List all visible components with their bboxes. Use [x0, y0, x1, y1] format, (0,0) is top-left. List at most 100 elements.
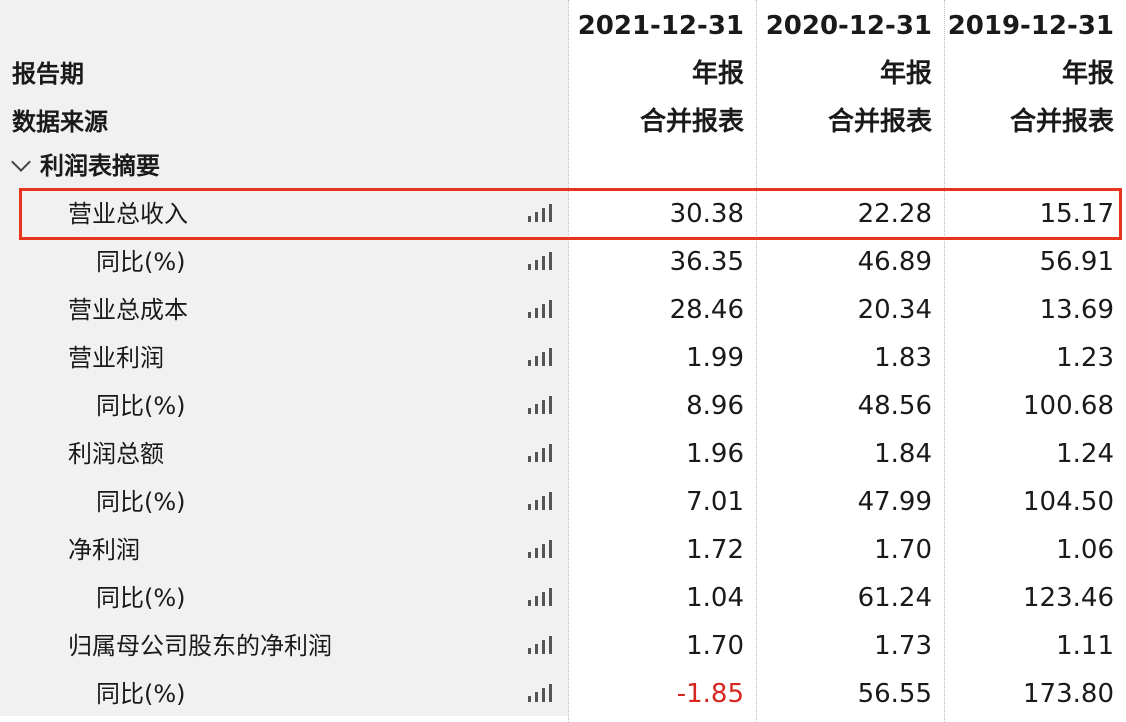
row-value: 1.70 [686, 631, 744, 661]
row-value: 1.24 [1056, 439, 1114, 469]
column-divider [756, 0, 757, 722]
row-value: 47.99 [857, 487, 932, 517]
table-row[interactable]: 同比(%) 36.35 46.89 56.91 [0, 236, 1126, 284]
source-value: 合并报表 [1009, 107, 1114, 137]
row-value: 8.96 [686, 391, 744, 421]
section-row[interactable]: 利润表摘要 [0, 144, 1126, 188]
row-value: 20.34 [857, 295, 932, 325]
row-label-cell: 营业利润 [0, 332, 568, 380]
row-value: 104.50 [1023, 487, 1114, 517]
row-label: 归属母公司股东的净利润 [68, 632, 332, 660]
bar-chart-icon[interactable] [528, 204, 552, 222]
row-label: 利润总额 [68, 440, 164, 468]
period-value: 年报 [879, 59, 932, 89]
row-value: 1.70 [874, 535, 932, 565]
value-cell: 1.70 [756, 524, 944, 572]
value-cell: 123.46 [944, 572, 1126, 620]
row-value: 7.01 [686, 487, 744, 517]
period-value: 年报 [1061, 59, 1114, 89]
value-cell: 1.83 [756, 332, 944, 380]
table-row[interactable]: 同比(%) 1.04 61.24 123.46 [0, 572, 1126, 620]
row-label-cell: 同比(%) [0, 380, 568, 428]
source-label: 数据来源 [12, 108, 108, 136]
chevron-down-icon[interactable] [11, 152, 31, 172]
column-header-date[interactable]: 2020-12-31 [766, 10, 932, 42]
income-statement-table: 2021-12-31 2020-12-31 2019-12-31 报告期 年报 … [0, 0, 1126, 722]
bar-chart-icon[interactable] [528, 588, 552, 606]
bar-chart-icon[interactable] [528, 684, 552, 702]
table-row[interactable]: 归属母公司股东的净利润 1.70 1.73 1.11 [0, 620, 1126, 668]
table-row[interactable]: 同比(%) 7.01 47.99 104.50 [0, 476, 1126, 524]
bar-chart-icon[interactable] [528, 444, 552, 462]
row-value: 15.17 [1039, 199, 1114, 229]
table-row[interactable]: 同比(%) -1.85 56.55 173.80 [0, 668, 1126, 716]
row-label: 同比(%) [96, 680, 186, 708]
row-value: 123.46 [1023, 583, 1114, 613]
value-cell: 47.99 [756, 476, 944, 524]
row-label-cell: 净利润 [0, 524, 568, 572]
value-cell: 36.35 [568, 236, 756, 284]
row-value: 1.99 [686, 343, 744, 373]
value-cell: 15.17 [944, 188, 1126, 236]
row-value: 1.84 [874, 439, 932, 469]
row-label: 营业总收入 [68, 200, 188, 228]
header-source-row: 数据来源 合并报表 合并报表 合并报表 [0, 96, 1126, 144]
row-value: 1.96 [686, 439, 744, 469]
table-row[interactable]: 利润总额 1.96 1.84 1.24 [0, 428, 1126, 476]
row-label-cell: 营业总成本 [0, 284, 568, 332]
bar-chart-icon[interactable] [528, 492, 552, 510]
row-value: 56.91 [1039, 247, 1114, 277]
value-cell: 1.96 [568, 428, 756, 476]
row-value: 28.46 [669, 295, 744, 325]
table-row[interactable]: 营业总收入 30.38 22.28 15.17 [0, 188, 1126, 236]
value-cell: 1.06 [944, 524, 1126, 572]
table-row[interactable]: 同比(%) 8.96 48.56 100.68 [0, 380, 1126, 428]
source-value: 合并报表 [827, 107, 932, 137]
value-cell: 1.84 [756, 428, 944, 476]
column-divider [568, 0, 569, 722]
bar-chart-icon[interactable] [528, 540, 552, 558]
value-cell: 104.50 [944, 476, 1126, 524]
row-value: 30.38 [669, 199, 744, 229]
table-row[interactable]: 净利润 1.72 1.70 1.06 [0, 524, 1126, 572]
row-value: -1.85 [676, 679, 744, 709]
header-blank-cell [0, 0, 568, 48]
bar-chart-icon[interactable] [528, 396, 552, 414]
value-cell: 56.91 [944, 236, 1126, 284]
row-value: 100.68 [1023, 391, 1114, 421]
row-label-cell: 利润总额 [0, 428, 568, 476]
value-cell: 7.01 [568, 476, 756, 524]
row-label-cell: 同比(%) [0, 236, 568, 284]
row-value: 1.04 [686, 583, 744, 613]
row-label-cell: 营业总收入 [0, 188, 568, 236]
column-header-date[interactable]: 2021-12-31 [578, 10, 744, 42]
table-row[interactable]: 营业总成本 28.46 20.34 13.69 [0, 284, 1126, 332]
row-value: 36.35 [669, 247, 744, 277]
value-cell: 100.68 [944, 380, 1126, 428]
row-label: 营业总成本 [68, 296, 188, 324]
value-cell: 46.89 [756, 236, 944, 284]
bar-chart-icon[interactable] [528, 300, 552, 318]
bar-chart-icon[interactable] [528, 636, 552, 654]
value-cell: 1.04 [568, 572, 756, 620]
value-cell: 48.56 [756, 380, 944, 428]
value-cell: 1.99 [568, 332, 756, 380]
value-cell: 1.23 [944, 332, 1126, 380]
section-title: 利润表摘要 [40, 152, 160, 180]
row-label-cell: 同比(%) [0, 572, 568, 620]
row-value: 1.11 [1056, 631, 1114, 661]
row-label: 同比(%) [96, 392, 186, 420]
row-value: 46.89 [857, 247, 932, 277]
value-cell: 61.24 [756, 572, 944, 620]
value-cell: 28.46 [568, 284, 756, 332]
bar-chart-icon[interactable] [528, 348, 552, 366]
row-label: 净利润 [68, 536, 140, 564]
value-cell: 13.69 [944, 284, 1126, 332]
column-header-date[interactable]: 2019-12-31 [948, 10, 1114, 42]
row-value: 1.73 [874, 631, 932, 661]
period-label: 报告期 [12, 60, 84, 88]
table-row[interactable]: 营业利润 1.99 1.83 1.23 [0, 332, 1126, 380]
row-value: 1.23 [1056, 343, 1114, 373]
bar-chart-icon[interactable] [528, 252, 552, 270]
value-cell: 56.55 [756, 668, 944, 716]
